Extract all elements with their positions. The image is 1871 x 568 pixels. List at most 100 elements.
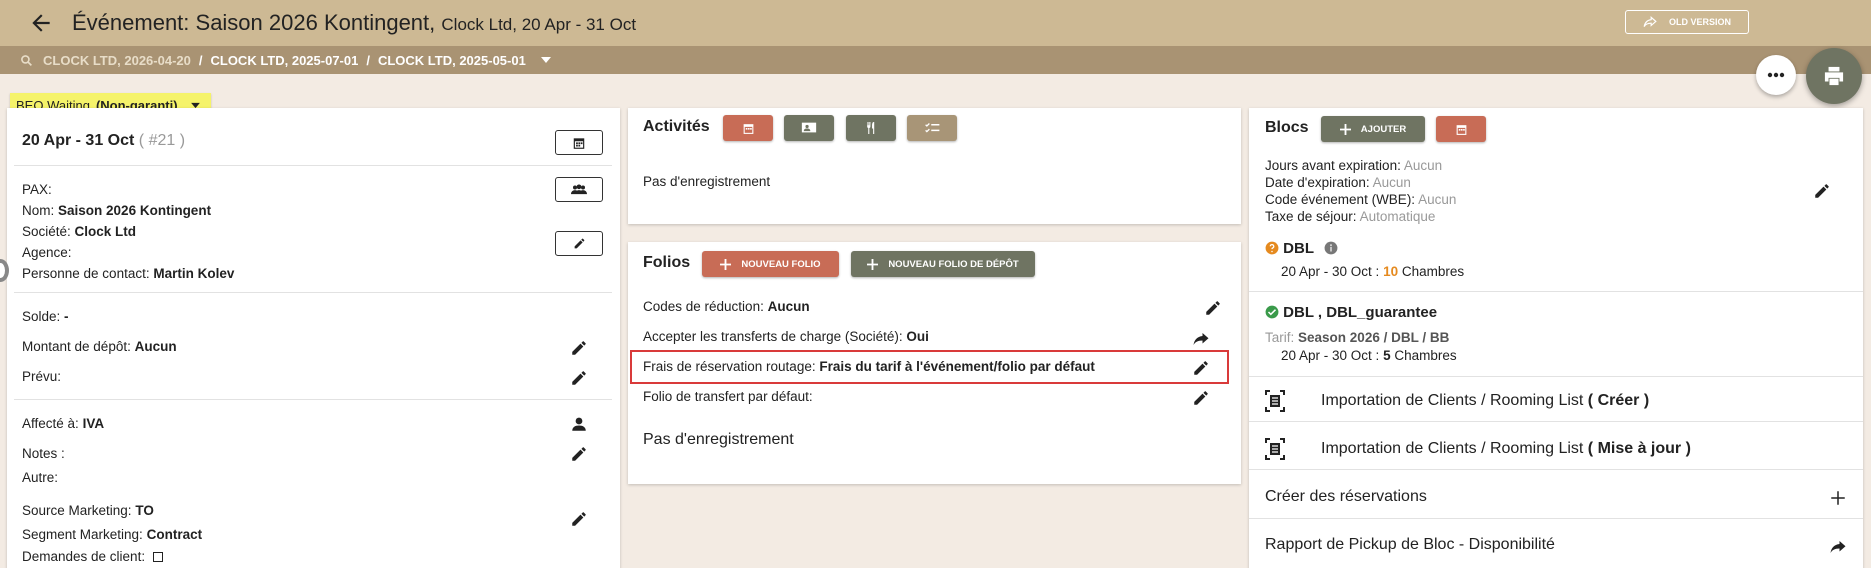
plus-icon <box>720 258 732 270</box>
folios-panel: Folios NOUVEAU FOLIO NOUVEAU FOLIO DE DÉ… <box>628 242 1241 484</box>
activity-meeting-button[interactable] <box>784 115 834 141</box>
presentation-icon <box>801 122 817 132</box>
codes-value: Aucun <box>767 299 810 314</box>
taxe-label: Taxe de séjour: <box>1265 209 1357 224</box>
back-arrow-icon[interactable] <box>28 10 54 36</box>
edit-frais-pencil-icon[interactable] <box>1192 359 1210 377</box>
edit-notes-pencil-icon[interactable] <box>570 445 588 463</box>
transferts-row: Accepter les transferts de charge (Socié… <box>643 329 929 344</box>
import-create-row[interactable]: Importation de Clients / Rooming List ( … <box>1321 392 1649 410</box>
bloc-guarantee-count: 5 <box>1383 348 1391 363</box>
bloc-guarantee-header[interactable]: DBL , DBL_guarantee <box>1265 304 1437 321</box>
transferts-value: Oui <box>906 329 929 344</box>
frais-label: Frais de réservation routage: <box>643 359 816 374</box>
breadcrumb: CLOCK LTD, 2026-04-20 / CLOCK LTD, 2025-… <box>0 46 1871 74</box>
bloc-guarantee-name: DBL , DBL_guarantee <box>1283 304 1438 321</box>
breadcrumb-item-2[interactable]: CLOCK LTD, 2025-07-01 <box>210 53 358 68</box>
bloc-calendar-button[interactable] <box>1436 116 1486 142</box>
calendar-icon <box>1456 124 1466 135</box>
new-folio-button[interactable]: NOUVEAU FOLIO <box>702 251 839 277</box>
assign-person-icon[interactable] <box>570 415 588 433</box>
breadcrumb-separator: / <box>366 52 370 68</box>
pax-label: PAX: <box>22 182 52 197</box>
taxe-value: Automatique <box>1359 209 1436 224</box>
import-update-row[interactable]: Importation de Clients / Rooming List ( … <box>1321 440 1691 458</box>
demandes-checkbox[interactable] <box>152 552 163 562</box>
more-options-button[interactable] <box>1756 55 1796 95</box>
edit-details-button[interactable] <box>555 231 603 256</box>
depot-label: Montant de dépôt: <box>22 339 131 354</box>
blocs-title: Blocs <box>1265 119 1309 136</box>
source-row: Source Marketing: TO <box>22 503 154 518</box>
breadcrumb-item-1[interactable]: CLOCK LTD, 2026-04-20 <box>43 53 191 68</box>
edit-marketing-pencil-icon[interactable] <box>570 510 588 528</box>
solde-value: - <box>64 309 69 324</box>
share-arrow-icon[interactable] <box>1829 538 1847 556</box>
code-evenement-row: Code événement (WBE): Aucun <box>1265 192 1456 207</box>
bloc-dbl-header[interactable]: DBL <box>1265 240 1338 257</box>
prevu-row: Prévu: <box>22 369 61 384</box>
print-button[interactable] <box>1806 48 1862 104</box>
old-version-button[interactable]: OLD VERSION <box>1625 10 1749 34</box>
event-details-panel: 20 Apr - 31 Oct ( #21 ) PAX: Nom: Saison… <box>7 108 620 568</box>
check-circle-icon <box>1265 305 1279 319</box>
frais-value: Frais du tarif à l'événement/folio par d… <box>819 359 1095 374</box>
edit-bloc-settings-pencil-icon[interactable] <box>1813 182 1831 200</box>
share-arrow-icon[interactable] <box>1192 330 1210 348</box>
bloc-guarantee-date-range: 20 Apr - 30 Oct : <box>1281 348 1380 363</box>
activity-calendar-button[interactable] <box>723 115 773 141</box>
event-number: ( #21 ) <box>138 132 186 149</box>
taxe-sejour-row: Taxe de séjour: Automatique <box>1265 209 1435 224</box>
info-circle-icon[interactable] <box>1324 241 1338 255</box>
divider <box>1249 291 1863 292</box>
demandes-row: Demandes de client: <box>22 549 163 564</box>
edit-codes-pencil-icon[interactable] <box>1204 299 1222 317</box>
edit-folio-transfert-pencil-icon[interactable] <box>1192 389 1210 407</box>
segment-row: Segment Marketing: Contract <box>22 527 202 542</box>
new-deposit-folio-label: NOUVEAU FOLIO DE DÉPÔT <box>888 258 1019 270</box>
new-deposit-folio-button[interactable]: NOUVEAU FOLIO DE DÉPÔT <box>851 251 1035 277</box>
jours-expiration-row: Jours avant expiration: Aucun <box>1265 158 1442 173</box>
forward-icon <box>1643 16 1657 27</box>
import-document-icon <box>1265 438 1285 460</box>
divider <box>1249 376 1863 377</box>
bloc-dbl-date-range: 20 Apr - 30 Oct : <box>1281 264 1380 279</box>
add-bloc-button[interactable]: AJOUTER <box>1321 116 1425 142</box>
societe-value[interactable]: Clock Ltd <box>75 224 137 239</box>
folio-transfert-row: Folio de transfert par défaut: <box>643 389 813 404</box>
event-subtitle: Clock Ltd, 20 Apr - 31 Oct <box>441 15 637 34</box>
jours-label: Jours avant expiration: <box>1265 158 1401 173</box>
import-create-action: ( Créer ) <box>1587 392 1650 409</box>
caret-down-icon[interactable] <box>540 56 552 64</box>
divider <box>1249 421 1863 422</box>
contact-value[interactable]: Martin Kolev <box>153 266 234 281</box>
codes-reduction-row: Codes de réduction: Aucun <box>643 299 810 314</box>
print-icon <box>1824 66 1844 86</box>
breadcrumb-item-3[interactable]: CLOCK LTD, 2025-05-01 <box>378 53 526 68</box>
bloc-dbl-count: 10 <box>1383 264 1399 279</box>
edit-deposit-pencil-icon[interactable] <box>570 339 588 357</box>
plus-icon[interactable] <box>1829 489 1847 507</box>
bloc-guarantee-tarif: Tarif: Season 2026 / DBL / BB <box>1265 330 1449 345</box>
create-reservations-link[interactable]: Créer des réservations <box>1265 488 1427 506</box>
bloc-guarantee-unit: Chambres <box>1394 348 1457 363</box>
calendar-button[interactable] <box>555 130 603 155</box>
activity-checklist-button[interactable] <box>907 115 957 141</box>
date-label: Date d'expiration: <box>1265 175 1370 190</box>
bloc-dbl-dates: 20 Apr - 30 Oct : 10 Chambres <box>1281 264 1464 279</box>
pax-button[interactable] <box>555 177 603 202</box>
autre-label: Autre: <box>22 470 59 485</box>
folio-transfert-label: Folio de transfert par défaut: <box>643 389 813 404</box>
question-circle-icon <box>1265 241 1279 255</box>
add-bloc-label: AJOUTER <box>1360 123 1407 135</box>
bloc-guarantee-dates: 20 Apr - 30 Oct : 5 Chambres <box>1281 348 1457 363</box>
edit-prevu-pencil-icon[interactable] <box>570 369 588 387</box>
search-icon[interactable] <box>20 54 33 67</box>
activity-restaurant-button[interactable] <box>846 115 896 141</box>
agence-row: Agence: <box>22 245 72 260</box>
group-icon <box>571 184 587 195</box>
depot-value: Aucun <box>134 339 177 354</box>
activites-panel: Activités Pas d'enregistrement <box>628 108 1241 224</box>
contact-label: Personne de contact: <box>22 266 150 281</box>
pickup-report-link[interactable]: Rapport de Pickup de Bloc - Disponibilit… <box>1265 536 1555 554</box>
